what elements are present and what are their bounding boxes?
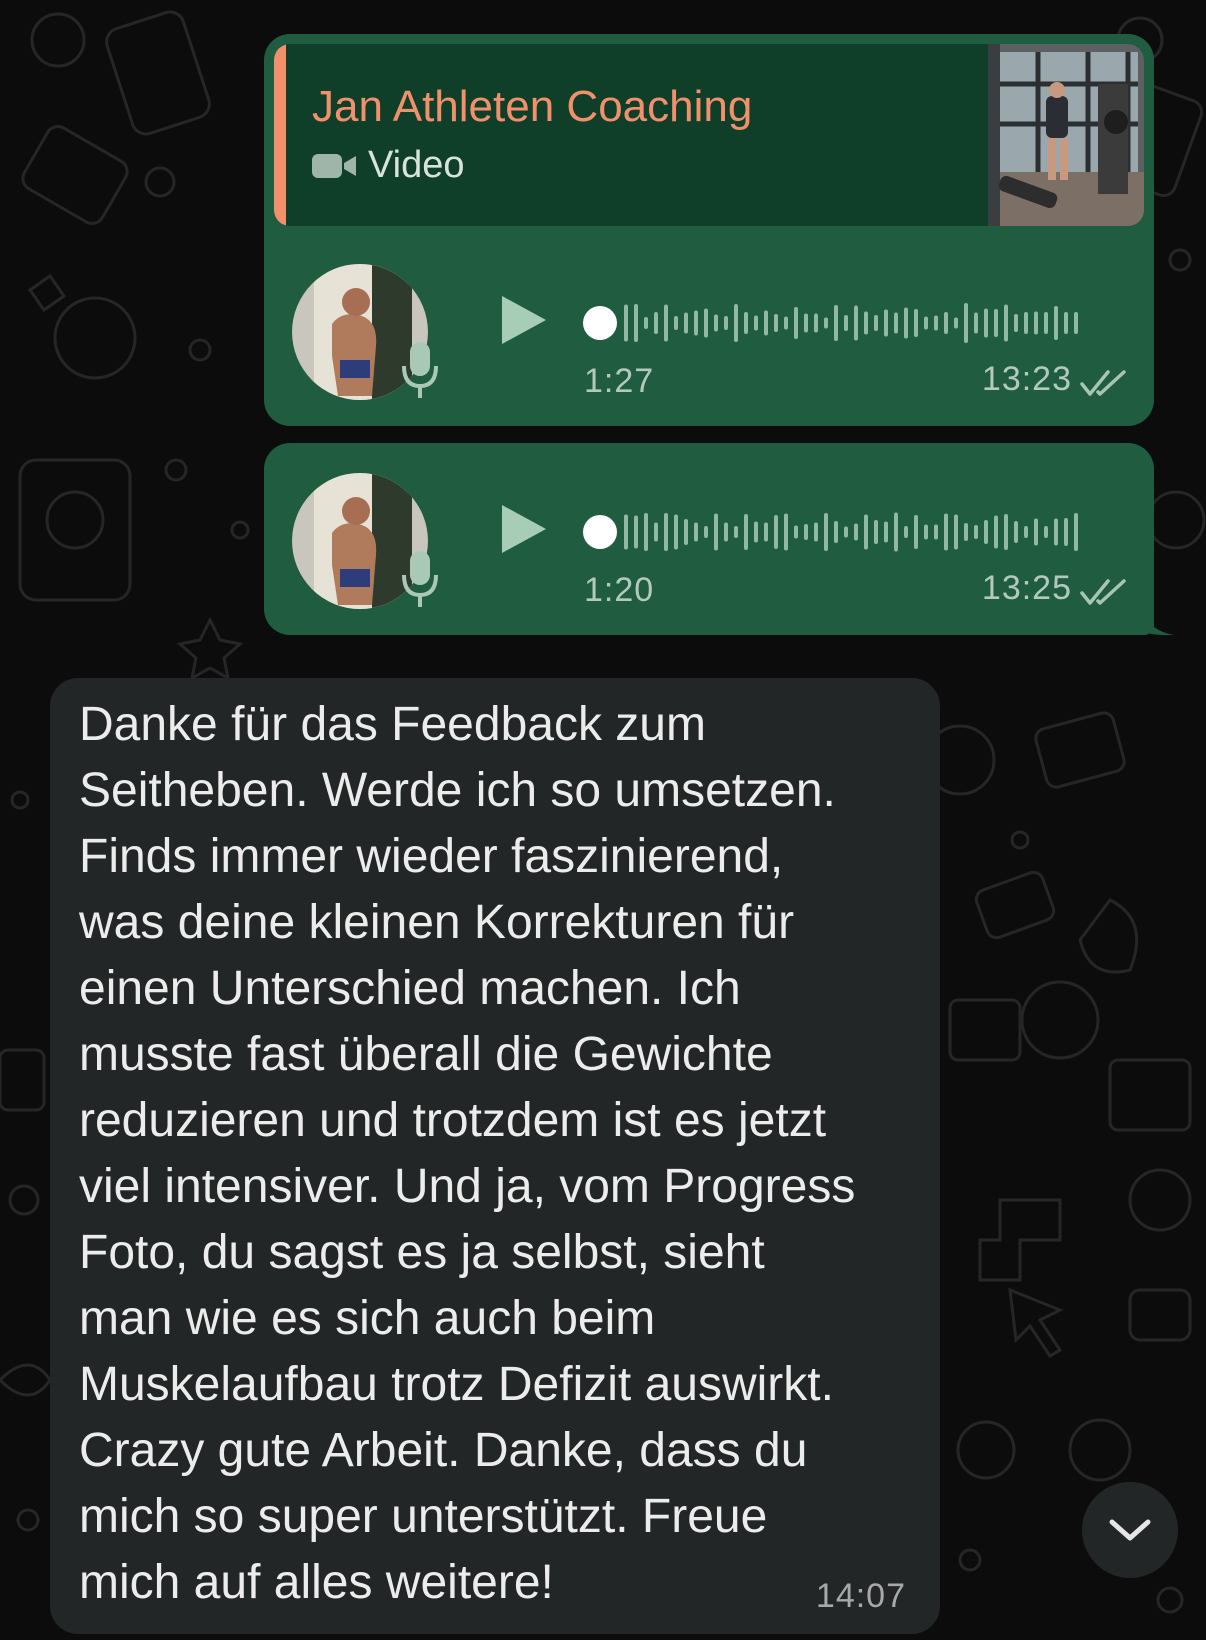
message-time: 14:07 — [815, 1577, 906, 1615]
voice-waveform[interactable] — [582, 497, 1092, 567]
play-icon[interactable] — [496, 290, 552, 350]
video-camera-icon — [312, 153, 356, 178]
microphone-icon — [402, 342, 438, 398]
outgoing-message[interactable]: 1:20 13:25 — [264, 443, 1154, 635]
message-line: Finds immer wieder faszinierend, — [79, 830, 784, 883]
message-line: Muskelaufbau trotz Defizit auswirkt. — [79, 1358, 834, 1411]
double-check-icon — [1080, 370, 1126, 396]
scroll-to-bottom-button[interactable] — [1082, 1482, 1178, 1578]
incoming-message[interactable]: Danke für das Feedback zum Seitheben. We… — [50, 678, 940, 1634]
message-line: mich so super unterstützt. Freue — [79, 1490, 768, 1543]
chevron-down-icon — [1109, 1519, 1151, 1541]
voice-duration: 1:27 — [584, 362, 655, 400]
message-line: man wie es sich auch beim — [79, 1292, 656, 1345]
video-thumbnail[interactable] — [988, 44, 1144, 226]
play-icon[interactable] — [496, 499, 552, 559]
voice-message[interactable]: 1:20 13:25 — [264, 443, 1154, 633]
message-line: Foto, du sagst es ja selbst, sieht — [79, 1226, 765, 1279]
quote-media-label: Video — [368, 144, 465, 186]
bubble-tail — [1140, 600, 1174, 636]
voice-duration: 1:20 — [584, 571, 655, 609]
message-line: viel intensiver. Und ja, vom Progress — [79, 1160, 856, 1213]
message-time: 13:23 — [981, 360, 1072, 398]
microphone-icon — [402, 551, 438, 607]
quote-accent-bar — [274, 44, 286, 226]
message-line: musste fast überall die Gewichte — [79, 1028, 773, 1081]
voice-waveform[interactable] — [582, 288, 1092, 358]
message-line: Danke für das Feedback zum — [79, 698, 706, 751]
double-check-icon — [1080, 579, 1126, 605]
quote-media-type: Video — [312, 144, 465, 187]
message-time: 13:25 — [981, 569, 1072, 607]
message-line: was deine kleinen Korrekturen für — [79, 896, 795, 949]
message-text: Danke für das Feedback zum Seitheben. We… — [79, 692, 939, 1616]
message-line: mich auf alles weitere! — [79, 1556, 554, 1609]
message-line: einen Unterschied machen. Ich — [79, 962, 741, 1015]
message-line: reduzieren und trotzdem ist es jetzt — [79, 1094, 827, 1147]
message-line: Crazy gute Arbeit. Danke, dass du — [79, 1424, 808, 1477]
quoted-message[interactable]: Jan Athleten Coaching Video — [274, 44, 1144, 226]
quote-author: Jan Athleten Coaching — [312, 82, 753, 131]
voice-message[interactable]: 1:27 13:23 — [264, 234, 1154, 424]
message-line: Seitheben. Werde ich so umsetzen. — [79, 764, 836, 817]
outgoing-message[interactable]: Jan Athleten Coaching Video 1:27 13:23 — [264, 34, 1154, 426]
